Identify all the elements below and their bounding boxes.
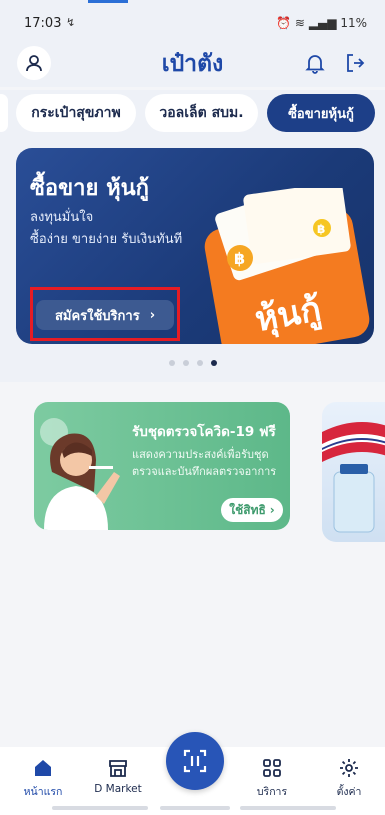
nav-services[interactable]: บริการ	[237, 757, 307, 800]
alarm-icon: ⏰	[276, 16, 292, 30]
status-system-icons: ⏰ ≋ ▂▄▆ 11%	[276, 16, 367, 30]
pagination-dot[interactable]	[182, 360, 189, 366]
content-section: รับชุดตรวจโควิด-19 ฟรี แสดงความประสงค์เพ…	[0, 382, 385, 747]
scan-icon	[183, 749, 207, 773]
pagination-dot-active[interactable]	[210, 360, 217, 366]
person-illustration	[40, 418, 120, 530]
bond-illustration: ฿ ฿ หุ้นกู้	[204, 188, 370, 344]
status-time: 17:03	[24, 16, 62, 31]
banner-tagline: ซื้อง่าย ขายง่าย รับเงินทันที	[30, 232, 183, 247]
nav-home[interactable]: หน้าแรก	[8, 757, 78, 800]
gesture-bar	[240, 806, 336, 810]
vaccine-card[interactable]	[322, 402, 385, 542]
nav-d-market[interactable]: D Market	[83, 757, 153, 795]
chevron-right-icon: ›	[149, 307, 156, 323]
nav-settings-label: ตั้งค่า	[336, 786, 362, 798]
nav-settings[interactable]: ตั้งค่า	[314, 757, 384, 800]
chevron-right-icon: ›	[269, 503, 275, 517]
status-indicator-icon: ↯	[66, 16, 76, 29]
signal-icon: ▂▄▆	[308, 16, 337, 30]
register-service-button[interactable]: สมัครใช้บริการ ›	[36, 300, 174, 330]
tab-bond-wallet[interactable]: วอลเล็ต สบม.	[145, 94, 258, 132]
status-accent-line	[88, 0, 128, 3]
svg-text:฿: ฿	[317, 222, 325, 236]
app-header: เป๋าตัง	[0, 42, 385, 87]
status-bar: 17:03 ↯ ⏰ ≋ ▂▄▆ 11%	[0, 0, 385, 42]
bell-icon[interactable]	[300, 48, 330, 78]
tab-health-wallet[interactable]: กระเป๋าสุขภาพ	[16, 94, 136, 132]
logout-icon[interactable]	[340, 48, 370, 78]
scan-button[interactable]	[166, 732, 224, 790]
banner-title: ซื้อขาย หุ้นกู้	[30, 176, 149, 201]
home-icon	[35, 760, 51, 776]
promo-title: รับชุดตรวจโควิด-19 ฟรี	[132, 424, 276, 440]
banner-subtitle: ลงทุนมั่นใจ	[30, 210, 94, 225]
use-rights-button[interactable]: ใช้สิทธิ ›	[221, 498, 283, 522]
grid-icon	[263, 759, 281, 777]
promo-description: แสดงความประสงค์เพื่อรับชุดตรวจและบันทึกผ…	[132, 448, 277, 478]
use-rights-label: ใช้สิทธิ	[229, 502, 266, 517]
nav-d-market-label: D Market	[94, 783, 142, 795]
tab-bond-trading[interactable]: ซื้อขายหุ้นกู้	[267, 94, 375, 132]
banner-carousel: ซื้อขาย หุ้นกู้ ลงทุนมั่นใจ ซื้อง่าย ขาย…	[0, 136, 385, 382]
wifi-icon: ≋	[294, 16, 305, 30]
pagination-dot[interactable]	[196, 360, 203, 366]
svg-text:฿: ฿	[234, 249, 245, 268]
gesture-bar	[52, 806, 148, 810]
vaccine-illustration	[322, 422, 385, 533]
market-icon	[109, 760, 127, 777]
tab-partial[interactable]	[0, 94, 8, 132]
register-service-label: สมัครใช้บริการ	[54, 308, 140, 324]
covid-test-card[interactable]: รับชุดตรวจโควิด-19 ฟรี แสดงความประสงค์เพ…	[34, 402, 290, 530]
nav-services-label: บริการ	[256, 786, 288, 798]
carousel-pagination	[0, 360, 385, 366]
battery-level: 11%	[340, 16, 367, 30]
gear-icon	[340, 759, 358, 777]
gesture-bar	[160, 806, 230, 810]
category-tabs: กระเป๋าสุขภาพ วอลเล็ต สบม. ซื้อขายหุ้นกู…	[0, 90, 385, 136]
nav-home-label: หน้าแรก	[23, 786, 63, 798]
pagination-dot[interactable]	[168, 360, 175, 366]
